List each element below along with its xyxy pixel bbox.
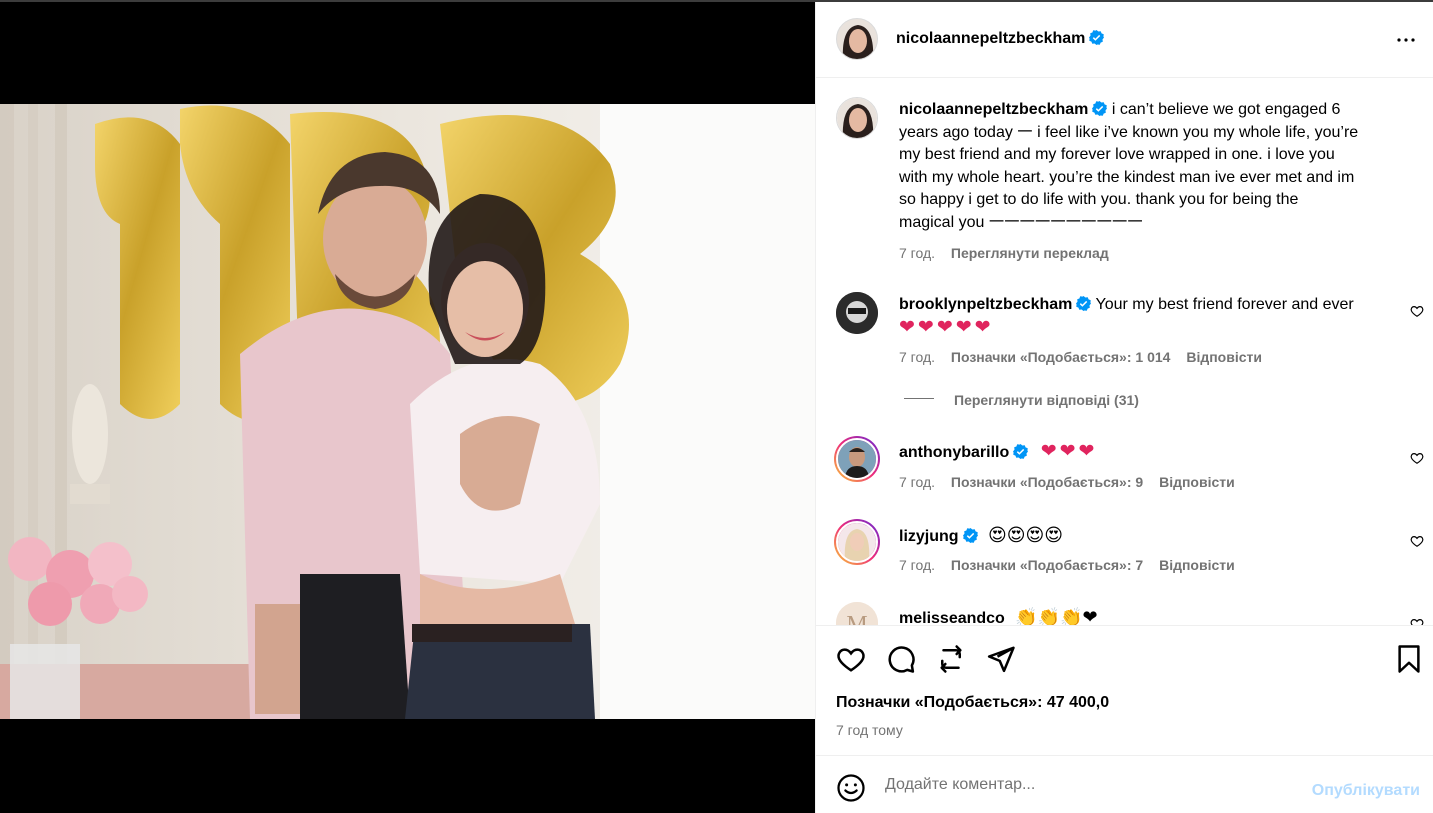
caption-line: i can’t believe we got engaged 6	[1111, 101, 1341, 118]
caption-meta: 7 год. Переглянути переклад	[899, 245, 1121, 261]
comment-likes[interactable]: Позначки «Подобається»: 7	[951, 557, 1143, 573]
avatar-image	[837, 98, 877, 138]
avatar-image	[838, 523, 876, 561]
comments-list[interactable]: nicolaannepeltzbeckham i can’t believe w…	[816, 79, 1433, 625]
caption-line: years ago today 𑁋 i feel like i’ve known…	[899, 123, 1359, 141]
post-media-panel	[0, 2, 815, 813]
comment-body: brooklynpeltzbeckham Your my best friend…	[899, 294, 1399, 340]
replies-divider	[904, 398, 934, 399]
likes-count[interactable]: Позначки «Подобається»: 47 400,0	[836, 694, 1109, 712]
post-details-panel: nicolaannepeltzbeckham nicolaannepeltzbe…	[815, 2, 1433, 813]
more-options-icon[interactable]	[1394, 28, 1418, 52]
verified-badge-icon	[962, 528, 978, 543]
comment-body: melisseandco 👏👏👏❤	[899, 606, 1399, 625]
commenter-avatar[interactable]: M	[836, 602, 878, 625]
verified-badge-icon	[1089, 30, 1105, 45]
comment-bubble-icon[interactable]	[886, 644, 916, 674]
comment-input[interactable]	[885, 773, 1285, 797]
photo-illustration	[0, 104, 815, 719]
comment-text: 👏👏👏❤	[1015, 607, 1098, 625]
post-photo[interactable]	[0, 104, 815, 719]
verified-badge-icon	[1092, 101, 1108, 116]
reply-link[interactable]: Відповісти	[1186, 349, 1262, 365]
comment-emoji-hearts: ❤❤❤❤❤	[899, 316, 994, 338]
comment-time[interactable]: 7 год.	[899, 474, 935, 490]
repost-icon[interactable]	[936, 644, 966, 674]
comment-text: ❤❤❤	[1040, 441, 1098, 462]
caption-text: nicolaannepeltzbeckham i can’t believe w…	[899, 99, 1419, 234]
comment-body: anthonybarillo ❤❤❤	[899, 441, 1399, 465]
caption-line: magical you 𑁋𑁋𑁋𑁋𑁋𑁋𑁋𑁋𑁋𑁋	[899, 213, 1143, 231]
comment-username[interactable]: lizyjung	[899, 528, 959, 545]
header-username-wrap: nicolaannepeltzbeckham	[896, 30, 1105, 48]
avatar-image-frame	[836, 438, 878, 480]
avatar-image-frame	[836, 521, 878, 563]
like-comment-heart-icon[interactable]	[1410, 451, 1424, 465]
reply-link[interactable]: Відповісти	[1159, 557, 1235, 573]
commenter-avatar[interactable]	[836, 292, 878, 334]
verified-badge-icon	[1076, 296, 1092, 311]
comment-username[interactable]: melisseandco	[899, 610, 1005, 625]
avatar-image	[837, 19, 877, 59]
caption-time[interactable]: 7 год.	[899, 245, 935, 261]
save-bookmark-icon[interactable]	[1394, 644, 1424, 674]
post-actions-bar	[816, 625, 1433, 755]
comment-time[interactable]: 7 год.	[899, 349, 935, 365]
like-comment-heart-icon[interactable]	[1410, 617, 1424, 625]
comment-composer: Опублікувати	[816, 755, 1433, 813]
comment-text: Your my best friend forever and ever	[1095, 296, 1354, 313]
avatar-image	[836, 292, 878, 334]
caption-line: with my whole heart. you’re the kindest …	[899, 168, 1355, 186]
avatar-image: M	[836, 602, 878, 625]
post-header: nicolaannepeltzbeckham	[816, 2, 1433, 78]
view-replies-link[interactable]: Переглянути відповіді (31)	[954, 392, 1139, 408]
publish-comment-button[interactable]: Опублікувати	[1312, 782, 1420, 800]
like-comment-heart-icon[interactable]	[1410, 534, 1424, 548]
caption-author-avatar[interactable]	[836, 97, 878, 139]
avatar-image	[838, 440, 876, 478]
commenter-avatar[interactable]	[834, 519, 880, 565]
comment-username[interactable]: brooklynpeltzbeckham	[899, 296, 1072, 313]
caption-username[interactable]: nicolaannepeltzbeckham	[899, 101, 1088, 118]
comment-body: lizyjung 😍😍😍😍	[899, 524, 1399, 549]
like-comment-heart-icon[interactable]	[1410, 304, 1424, 318]
see-translation-link[interactable]: Переглянути переклад	[951, 245, 1109, 261]
author-avatar[interactable]	[836, 18, 878, 60]
verified-badge-icon	[1013, 444, 1029, 459]
like-heart-icon[interactable]	[836, 644, 866, 674]
caption-line: my best friend and my forever love wrapp…	[899, 146, 1335, 163]
reply-link[interactable]: Відповісти	[1159, 474, 1235, 490]
comment-likes[interactable]: Позначки «Подобається»: 1 014	[951, 349, 1171, 365]
post-time[interactable]: 7 год тому	[836, 722, 903, 738]
comment-text: 😍😍😍😍	[988, 525, 1064, 545]
emoji-picker-icon[interactable]	[836, 773, 866, 803]
comment-username[interactable]: anthonybarillo	[899, 444, 1009, 461]
svg-text:M: M	[846, 612, 867, 625]
comment-time[interactable]: 7 год.	[899, 557, 935, 573]
author-username[interactable]: nicolaannepeltzbeckham	[896, 30, 1085, 47]
comment-meta: 7 год. Позначки «Подобається»: 9 Відпові…	[899, 474, 1247, 490]
commenter-avatar[interactable]	[834, 436, 880, 482]
comment-meta: 7 год. Позначки «Подобається»: 1 014 Від…	[899, 349, 1274, 365]
comment-likes[interactable]: Позначки «Подобається»: 9	[951, 474, 1143, 490]
comment-meta: 7 год. Позначки «Подобається»: 7 Відпові…	[899, 557, 1247, 573]
share-send-icon[interactable]	[986, 644, 1016, 674]
caption-line: so happy i get to do life with you. than…	[899, 191, 1299, 208]
